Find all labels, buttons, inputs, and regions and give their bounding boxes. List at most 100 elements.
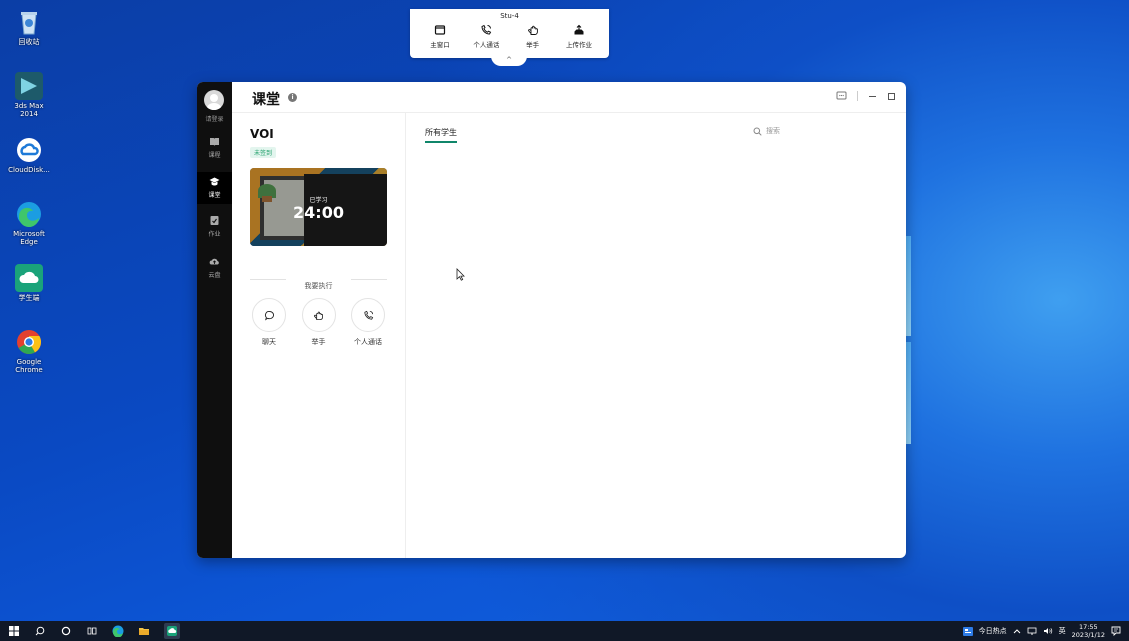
search-button[interactable] bbox=[34, 625, 46, 637]
button-label: 举手 bbox=[526, 41, 540, 49]
search-input[interactable]: 搜索 bbox=[753, 126, 780, 136]
desktop-icon-label: Microsoft Edge bbox=[13, 230, 45, 246]
upload-homework-button[interactable]: 上传作业 bbox=[559, 24, 599, 49]
classroom-app-window: 请登录 课程 课堂 作业 云盘 课堂 i VOI 未签到 已学习 24:00 我… bbox=[197, 82, 906, 558]
network-icon[interactable] bbox=[1027, 627, 1037, 635]
taskbar-file-explorer[interactable] bbox=[138, 625, 150, 637]
maximize-icon[interactable] bbox=[887, 92, 896, 101]
divider bbox=[857, 91, 858, 101]
start-button[interactable] bbox=[8, 625, 20, 637]
edge-icon bbox=[112, 625, 124, 637]
avatar[interactable] bbox=[204, 90, 224, 110]
phone-icon bbox=[481, 24, 492, 35]
windows-logo-icon bbox=[9, 626, 19, 636]
taskbar-student-client[interactable] bbox=[164, 623, 180, 639]
button-label: 主窗口 bbox=[430, 41, 450, 49]
cloud-upload-icon bbox=[209, 258, 219, 265]
mouse-cursor-icon bbox=[456, 268, 465, 281]
desktop-icon-chrome[interactable]: Google Chrome bbox=[6, 328, 52, 390]
search-icon bbox=[35, 626, 45, 636]
rail-item-classroom[interactable]: 课堂 bbox=[197, 172, 232, 204]
desktop-icon-edge[interactable]: Microsoft Edge bbox=[6, 200, 52, 262]
task-view-icon bbox=[87, 627, 97, 635]
execute-label: 我要执行 bbox=[304, 282, 333, 290]
taskbar: 今日热点 英 17:55 2023/1/12 bbox=[0, 621, 1129, 641]
desktop-icon-cloud-disk[interactable]: CloudDisk... bbox=[6, 136, 52, 198]
recycle-bin-icon bbox=[15, 8, 43, 36]
news-icon[interactable] bbox=[962, 626, 973, 636]
main-window-button[interactable]: 主窗口 bbox=[420, 24, 460, 49]
cloud-disk-icon bbox=[15, 136, 43, 164]
minimize-icon[interactable] bbox=[868, 92, 877, 101]
personal-call-button[interactable]: 个人通话 bbox=[466, 24, 506, 49]
task-view-button[interactable] bbox=[86, 625, 98, 637]
taskbar-edge[interactable] bbox=[112, 625, 124, 637]
upload-icon bbox=[574, 24, 584, 35]
info-icon[interactable]: i bbox=[288, 93, 297, 102]
taskbar-clock[interactable]: 17:55 2023/1/12 bbox=[1072, 623, 1105, 639]
course-thumbnail[interactable]: 已学习 24:00 bbox=[250, 168, 387, 246]
student-client-icon bbox=[167, 626, 177, 636]
raise-hand-action-button[interactable]: 举手 bbox=[300, 298, 338, 347]
desktop-icon-3ds-max[interactable]: 3ds Max 2014 bbox=[6, 72, 52, 134]
login-link[interactable]: 请登录 bbox=[197, 114, 232, 123]
feedback-icon[interactable] bbox=[836, 91, 847, 101]
search-icon bbox=[753, 127, 762, 136]
rail-item-label: 课堂 bbox=[208, 192, 221, 199]
personal-call-button-circle[interactable] bbox=[351, 298, 385, 332]
chrome-icon bbox=[15, 328, 43, 356]
page-title: 课堂 bbox=[252, 92, 280, 108]
action-label: 举手 bbox=[311, 338, 326, 346]
clock-date: 2023/1/12 bbox=[1071, 631, 1105, 639]
desktop-icon-label: Google Chrome bbox=[15, 358, 43, 374]
rail-item-label: 课程 bbox=[208, 152, 221, 159]
nav-rail: 请登录 课程 课堂 作业 云盘 bbox=[197, 82, 232, 558]
desktop-icon-recycle-bin[interactable]: 回收站 bbox=[6, 8, 52, 70]
edge-icon bbox=[15, 200, 43, 228]
search-placeholder: 搜索 bbox=[766, 127, 780, 135]
status-badge: 未签到 bbox=[250, 147, 277, 158]
raise-hand-button[interactable]: 举手 bbox=[513, 24, 553, 49]
window-icon bbox=[434, 25, 446, 35]
ime-indicator[interactable]: 英 bbox=[1059, 626, 1066, 636]
window-controls bbox=[836, 91, 896, 101]
personal-call-action-button[interactable]: 个人通话 bbox=[349, 298, 387, 347]
desktop-icon-label: CloudDisk... bbox=[8, 166, 50, 174]
collapse-toolbar-button[interactable]: ^ bbox=[491, 56, 527, 66]
app-header: 课堂 i bbox=[232, 82, 906, 113]
rail-item-cloud-drive[interactable]: 云盘 bbox=[197, 256, 232, 284]
student-client-icon bbox=[15, 264, 43, 292]
notification-icon[interactable] bbox=[1111, 626, 1121, 636]
rail-item-label: 作业 bbox=[208, 231, 221, 238]
news-label[interactable]: 今日热点 bbox=[979, 626, 1007, 636]
rail-item-label: 云盘 bbox=[208, 272, 221, 279]
rail-item-courses[interactable]: 课程 bbox=[197, 136, 232, 164]
rail-item-homework[interactable]: 作业 bbox=[197, 215, 232, 243]
folder-icon bbox=[139, 628, 149, 635]
action-label: 聊天 bbox=[262, 338, 276, 346]
desktop-icon-label: 回收站 bbox=[18, 38, 40, 46]
chat-button-circle[interactable] bbox=[252, 298, 286, 332]
graduation-cap-icon bbox=[209, 177, 220, 186]
study-timer: 24:00 bbox=[293, 203, 344, 222]
tab-all-students[interactable]: 所有学生 bbox=[425, 127, 457, 143]
phone-icon bbox=[363, 310, 373, 320]
chat-button[interactable]: 聊天 bbox=[250, 298, 288, 347]
cortana-icon bbox=[61, 626, 71, 636]
course-name: VOI bbox=[250, 127, 274, 141]
desktop-icon-label: 3ds Max 2014 bbox=[14, 102, 44, 118]
raise-hand-button-circle[interactable] bbox=[301, 298, 336, 332]
volume-icon[interactable] bbox=[1043, 627, 1053, 635]
chevron-up-icon[interactable] bbox=[1013, 628, 1021, 634]
desktop-icons: 回收站 3ds Max 2014 CloudDisk... Microsoft … bbox=[6, 8, 52, 392]
cortana-button[interactable] bbox=[60, 625, 72, 637]
book-icon bbox=[210, 138, 219, 146]
clock-time: 17:55 bbox=[1078, 623, 1098, 631]
classroom-panel: VOI 未签到 已学习 24:00 我要执行 聊天 举手 个人通话 bbox=[232, 113, 406, 558]
button-label: 个人通话 bbox=[473, 41, 500, 49]
student-toolbar: Stu-4 主窗口 个人通话 举手 上传作业 ^ bbox=[410, 9, 609, 66]
action-buttons: 聊天 举手 个人通话 bbox=[250, 298, 387, 347]
execute-section-heading: 我要执行 bbox=[250, 273, 387, 292]
button-label: 上传作业 bbox=[565, 41, 592, 49]
desktop-icon-student-client[interactable]: 学生端 bbox=[6, 264, 52, 326]
